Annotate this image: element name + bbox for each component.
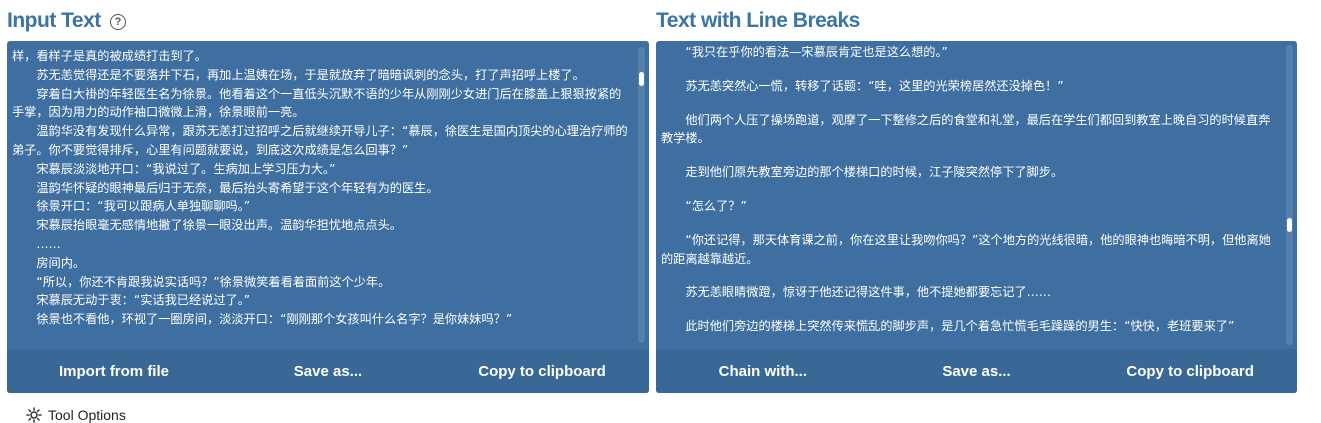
tool-options-label[interactable]: Tool Options <box>48 407 126 423</box>
output-toolbar: Chain with... Save as... Copy to clipboa… <box>656 349 1297 393</box>
text-line: “所以，你还不肯跟我说实话吗？”徐景微笑着看着面前这个少年。 <box>12 274 391 289</box>
input-scrollbar-thumb[interactable] <box>639 72 644 86</box>
copy-to-clipboard-button[interactable]: Copy to clipboard <box>1083 363 1297 380</box>
text-line: “我只在乎你的看法—宋慕辰肯定也是这么想的。” <box>661 45 948 59</box>
text-line: “你还记得，那天体育课之前，你在这里让我吻你吗？”这个地方的光线很暗，他的眼神也… <box>661 232 1271 266</box>
text-line: 此时他们旁边的楼梯上突然传来慌乱的脚步声，是几个着急忙慌毛毛躁躁的男生：“快快，… <box>661 319 1235 334</box>
text-line: 他们两个人压了操场跑道，观摩了一下整修之后的食堂和礼堂，最后在学生们都回到教室上… <box>661 112 1271 146</box>
text-line: 宋慕辰淡淡地开口：“我说过了。生病加上学习压力大。” <box>12 161 336 176</box>
input-scrollbar[interactable] <box>638 47 645 343</box>
chain-with-button[interactable]: Chain with... <box>656 363 870 380</box>
help-icon[interactable]: ? <box>109 13 126 30</box>
text-line: 样，看样子是真的被成绩打击到了。 <box>12 49 207 63</box>
text-line: 苏无恙突然心一慌，转移了话题：“哇，这里的光荣榜居然还没掉色！” <box>661 78 1064 93</box>
text-line: 房间内。 <box>12 255 86 270</box>
text-line: 温韵华没有发现什么异常，跟苏无恙打过招呼之后就继续开导儿子：“慕辰，徐医生是国内… <box>12 124 628 157</box>
text-line: 徐景也不看他，环视了一圈房间，淡淡开口：“刚刚那个女孩叫什么名字？是你妹妹吗？” <box>12 312 513 327</box>
text-line: 苏无恙觉得还是不要落井下石，再加上温姨在场，于是就放弃了暗暗讽刺的念头，打了声招… <box>12 67 585 82</box>
text-line: 宋慕辰抬眼毫无感情地撇了徐景一眼没出声。温韵华担忧地点点头。 <box>12 218 402 233</box>
input-panel: Input Text ? 样，看样子是真的被成绩打击到了。 苏无恙觉得还是不要落… <box>7 0 649 393</box>
text-line: 徐景开口：“我可以跟病人单独聊聊吗。” <box>12 199 251 214</box>
gear-icon <box>26 407 42 423</box>
text-line: 走到他们原先教室旁边的那个楼梯口的时候，江子陵突然停下了脚步。 <box>661 165 1064 180</box>
input-toolbar: Import from file Save as... Copy to clip… <box>7 349 649 393</box>
output-textbox[interactable]: “我只在乎你的看法—宋慕辰肯定也是这么想的。” 苏无恙突然心一慌，转移了话题：“… <box>656 41 1297 393</box>
output-scrollbar-thumb[interactable] <box>1287 218 1292 232</box>
text-line: 穿着白大褂的年轻医生名为徐景。他看着这个一直低头沉默不语的少年从刚刚少女进门后在… <box>12 86 622 120</box>
output-panel: Text with Line Breaks “我只在乎你的看法—宋慕辰肯定也是这… <box>656 0 1297 393</box>
output-text-content[interactable]: “我只在乎你的看法—宋慕辰肯定也是这么想的。” 苏无恙突然心一慌，转移了话题：“… <box>661 43 1281 344</box>
import-from-file-button[interactable]: Import from file <box>7 363 221 380</box>
text-line: 温韵华怀疑的眼神最后归于无奈，最后抬头寄希望于这个年轻有为的医生。 <box>12 180 439 195</box>
input-panel-title: Input Text <box>7 8 101 32</box>
output-panel-title: Text with Line Breaks <box>656 8 860 32</box>
output-panel-header: Text with Line Breaks <box>656 0 1297 41</box>
tool-options[interactable]: Tool Options <box>26 407 126 423</box>
output-scrollbar[interactable] <box>1286 45 1293 345</box>
text-line: 宋慕辰无动于衷：“实话我已经说过了。” <box>12 293 251 308</box>
input-text-content[interactable]: 样，看样子是真的被成绩打击到了。 苏无恙觉得还是不要落井下石，再加上温姨在场，于… <box>12 47 633 348</box>
copy-to-clipboard-button[interactable]: Copy to clipboard <box>435 363 649 380</box>
input-panel-header: Input Text ? <box>7 0 649 41</box>
text-line: …… <box>12 236 61 251</box>
text-line: 苏无恙眼睛微蹬，惊讶于他还记得这件事，他不提她都要忘记了…… <box>661 285 1051 300</box>
save-as-button[interactable]: Save as... <box>221 363 435 380</box>
save-as-button[interactable]: Save as... <box>870 363 1084 380</box>
input-textbox[interactable]: 样，看样子是真的被成绩打击到了。 苏无恙觉得还是不要落井下石，再加上温姨在场，于… <box>7 41 649 393</box>
text-line: “怎么了？” <box>661 198 747 213</box>
